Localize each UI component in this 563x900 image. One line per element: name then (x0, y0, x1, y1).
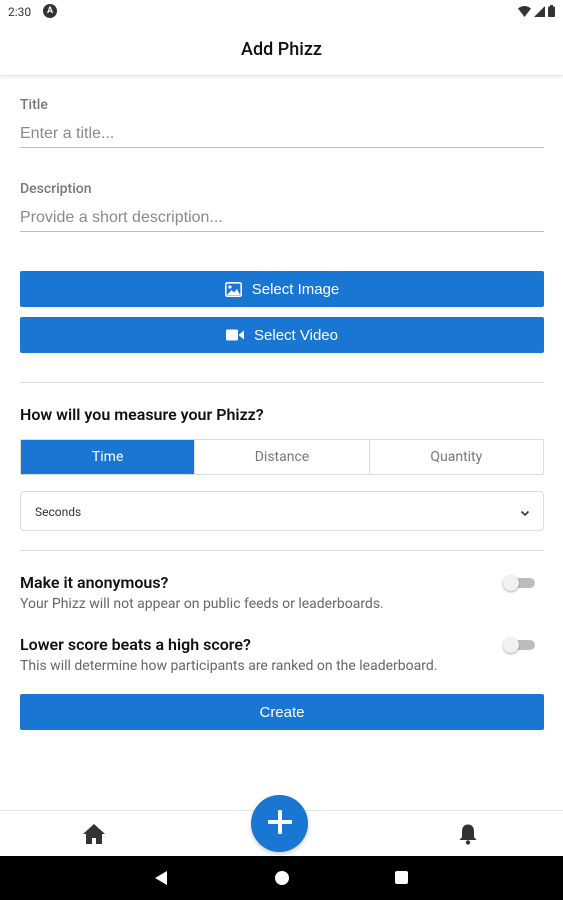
anonymous-title: Make it anonymous? (20, 573, 169, 592)
select-video-button[interactable]: Select Video (20, 317, 544, 353)
video-camera-icon (226, 329, 245, 341)
system-nav-bar (0, 856, 563, 900)
anonymous-description: Your Phizz will not appear on public fee… (20, 596, 384, 612)
status-time: 2:30 (8, 5, 32, 19)
description-label: Description (20, 181, 92, 197)
tab-time[interactable]: Time (21, 440, 196, 474)
select-image-label: Select Image (251, 280, 340, 298)
recent-apps-icon[interactable] (395, 871, 408, 884)
unit-select[interactable]: Seconds (20, 491, 544, 531)
create-button[interactable]: Create (20, 694, 544, 730)
lower-score-description: This will determine how participants are… (20, 658, 438, 674)
plus-icon (266, 808, 294, 840)
title-label: Title (20, 97, 48, 113)
description-input[interactable] (20, 204, 544, 232)
unit-select-value: Seconds (35, 505, 82, 519)
app-header: Add Phizz (0, 24, 563, 76)
wifi-icon (518, 5, 531, 17)
signal-icon (534, 5, 545, 17)
measure-heading: How will you measure your Phizz? (20, 405, 264, 424)
page-title: Add Phizz (241, 39, 322, 60)
measure-segmented-control: Time Distance Quantity (20, 439, 544, 475)
home-icon[interactable] (82, 823, 106, 849)
home-circle-icon[interactable] (275, 871, 289, 885)
switch-thumb (503, 637, 519, 653)
lower-score-title: Lower score beats a high score? (20, 635, 251, 654)
battery-icon (548, 5, 555, 17)
image-icon (224, 281, 242, 297)
create-label: Create (259, 703, 305, 721)
tab-distance[interactable]: Distance (195, 440, 370, 474)
anonymous-toggle[interactable] (503, 575, 535, 591)
divider (20, 382, 544, 383)
status-bar: 2:30 A (0, 0, 563, 24)
chevron-down-icon (519, 504, 531, 523)
back-icon[interactable] (154, 870, 168, 890)
status-icons (518, 5, 555, 17)
lower-score-toggle[interactable] (503, 637, 535, 653)
add-phizz-fab[interactable] (251, 795, 308, 852)
notification-icon: A (43, 4, 57, 18)
bell-icon[interactable] (458, 823, 478, 849)
select-image-button[interactable]: Select Image (20, 271, 544, 307)
title-input[interactable] (20, 120, 544, 148)
select-video-label: Select Video (254, 326, 338, 344)
switch-thumb (503, 575, 519, 591)
divider (20, 550, 544, 551)
tab-quantity[interactable]: Quantity (369, 440, 543, 474)
